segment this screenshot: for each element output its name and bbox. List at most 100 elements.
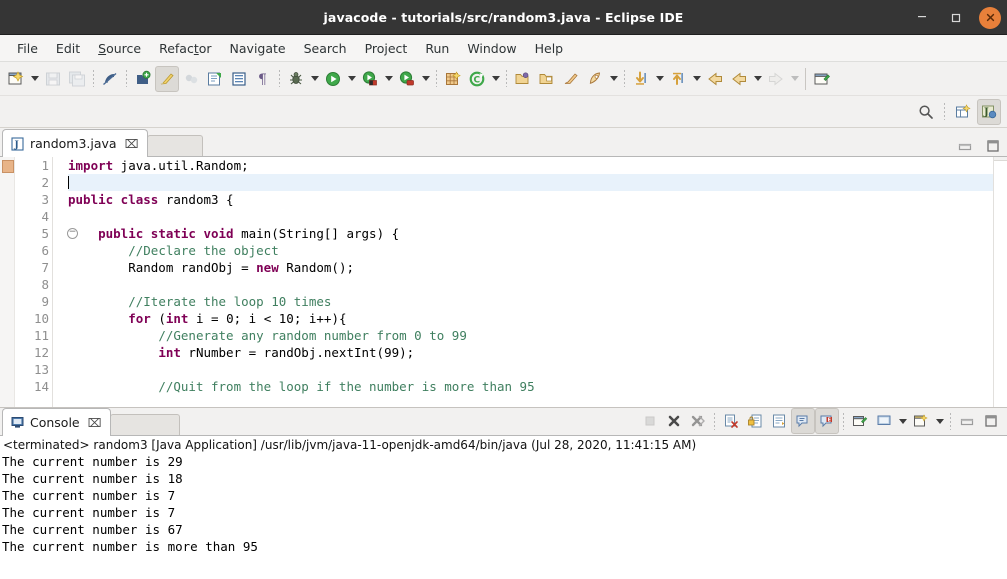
menu-source[interactable]: Source xyxy=(89,38,150,59)
search-tools-icon[interactable] xyxy=(559,66,583,92)
code-token: random3 { xyxy=(158,192,234,207)
display-selected-console-icon[interactable] xyxy=(872,408,896,434)
code-line[interactable]: int rNumber = randObj.nextInt(99); xyxy=(68,344,993,361)
quick-fix-icon[interactable] xyxy=(155,65,179,92)
scroll-lock-icon[interactable] xyxy=(743,408,767,434)
open-console-dropdown[interactable] xyxy=(933,408,946,434)
show-console-on-output-icon[interactable] xyxy=(791,408,815,434)
menu-search[interactable]: Search xyxy=(295,38,356,59)
display-console-dropdown[interactable] xyxy=(896,408,909,434)
menu-help[interactable]: Help xyxy=(526,38,573,59)
editor-part-controls xyxy=(957,139,1001,153)
console-tab[interactable]: Console ⌧ xyxy=(2,408,112,436)
step-out-icon[interactable] xyxy=(666,66,690,92)
menu-navigate[interactable]: Navigate xyxy=(221,38,295,59)
show-whitespace-icon[interactable]: ¶ xyxy=(251,66,275,92)
code-line[interactable] xyxy=(68,174,993,191)
minimize-window-button[interactable] xyxy=(911,7,933,29)
external-tools-icon[interactable] xyxy=(395,66,419,92)
launch-dropdown[interactable] xyxy=(607,66,620,92)
remove-launch-icon[interactable] xyxy=(662,408,686,434)
clear-console-icon[interactable] xyxy=(719,408,743,434)
debug-dropdown[interactable] xyxy=(308,66,321,92)
run-dropdown[interactable] xyxy=(345,66,358,92)
back2-icon[interactable] xyxy=(727,66,751,92)
code-line[interactable]: //Generate any random number from 0 to 9… xyxy=(68,327,993,344)
line-number: 8 xyxy=(41,277,49,292)
pin-editor-icon[interactable] xyxy=(810,66,834,92)
search-icon[interactable] xyxy=(914,99,938,125)
code-line[interactable]: //Quit from the loop if the number is mo… xyxy=(68,378,993,395)
code-line[interactable] xyxy=(68,361,993,378)
new-java-class-icon[interactable]: C xyxy=(465,66,489,92)
code-line[interactable]: for (int i = 0; i < 10; i++){ xyxy=(68,310,993,327)
remove-all-terminated-icon[interactable] xyxy=(686,408,710,434)
editor-marker-ruler[interactable] xyxy=(0,157,15,407)
line-number: 13 xyxy=(33,362,49,377)
open-console-icon[interactable] xyxy=(909,408,933,434)
step-into-dropdown[interactable] xyxy=(653,66,666,92)
menu-refactor[interactable]: Refactor xyxy=(150,38,220,59)
editor-tab-random3-java[interactable]: J random3.java ⌧ xyxy=(2,129,149,157)
open-type-icon[interactable] xyxy=(203,66,227,92)
code-line[interactable] xyxy=(68,276,993,293)
new-wizard-icon[interactable] xyxy=(4,66,28,92)
close-icon[interactable]: ⌧ xyxy=(88,416,102,430)
code-line[interactable]: Random randObj = new Random(); xyxy=(68,259,993,276)
back-icon[interactable] xyxy=(703,66,727,92)
code-text[interactable]: import java.util.Random; public class ran… xyxy=(66,157,993,407)
close-window-button[interactable] xyxy=(979,6,1001,29)
launch-icon[interactable] xyxy=(583,66,607,92)
menu-run[interactable]: Run xyxy=(416,38,458,59)
overview-ruler[interactable] xyxy=(993,157,1007,407)
new-perspective-icon[interactable] xyxy=(951,99,975,125)
toolbar-separator xyxy=(946,408,955,434)
run-icon[interactable] xyxy=(321,66,345,92)
maximize-icon[interactable] xyxy=(979,408,1003,434)
open-folder-icon[interactable] xyxy=(511,66,535,92)
menu-file[interactable]: File xyxy=(8,38,47,59)
open-task-icon[interactable] xyxy=(227,66,251,92)
code-editor[interactable]: 1234567891011121314 import java.util.Ran… xyxy=(0,157,1007,407)
code-line[interactable]: import java.util.Random; xyxy=(68,157,993,174)
toggle-breakpoint-icon[interactable] xyxy=(98,66,122,92)
code-line[interactable]: //Iterate the loop 10 times xyxy=(68,293,993,310)
toolbar-separator xyxy=(275,66,284,92)
coverage-dropdown[interactable] xyxy=(382,66,395,92)
word-wrap-icon[interactable] xyxy=(767,408,791,434)
pin-console-icon[interactable] xyxy=(848,408,872,434)
new-wizard-dropdown[interactable] xyxy=(28,66,41,92)
menu-edit[interactable]: Edit xyxy=(47,38,89,59)
step-into-icon[interactable] xyxy=(629,66,653,92)
java-perspective-icon[interactable]: J xyxy=(977,98,1001,125)
new-java-project-icon[interactable] xyxy=(441,66,465,92)
maximize-icon[interactable] xyxy=(985,139,1001,153)
minimize-icon[interactable] xyxy=(957,139,973,153)
show-console-on-error-icon[interactable]: E xyxy=(815,408,839,434)
open-folder2-icon[interactable] xyxy=(535,66,559,92)
code-line[interactable]: public static void main(String[] args) { xyxy=(68,225,993,242)
new-class-dropdown[interactable] xyxy=(489,66,502,92)
code-line[interactable] xyxy=(68,208,993,225)
close-icon[interactable]: ⌧ xyxy=(125,137,139,151)
unused-import-warning-marker[interactable] xyxy=(2,160,14,173)
code-line[interactable]: public class random3 { xyxy=(68,191,993,208)
menu-project[interactable]: Project xyxy=(356,38,417,59)
code-token: import xyxy=(68,158,114,173)
step-out-dropdown[interactable] xyxy=(690,66,703,92)
console-line: The current number is 18 xyxy=(2,471,183,486)
external-tools-dropdown[interactable] xyxy=(419,66,432,92)
debug-icon[interactable] xyxy=(284,66,308,92)
text-cursor xyxy=(68,176,69,189)
new-java-package-icon[interactable] xyxy=(131,66,155,92)
code-line[interactable]: //Declare the object xyxy=(68,242,993,259)
coverage-icon[interactable] xyxy=(358,66,382,92)
fold-slot[interactable] xyxy=(53,225,78,242)
menu-window[interactable]: Window xyxy=(458,38,525,59)
folding-ruler[interactable] xyxy=(53,157,78,407)
console-output[interactable]: <terminated> random3 [Java Application] … xyxy=(0,436,1007,579)
minimize-icon[interactable] xyxy=(955,408,979,434)
maximize-window-button[interactable] xyxy=(945,7,967,29)
back-dropdown[interactable] xyxy=(751,66,764,92)
